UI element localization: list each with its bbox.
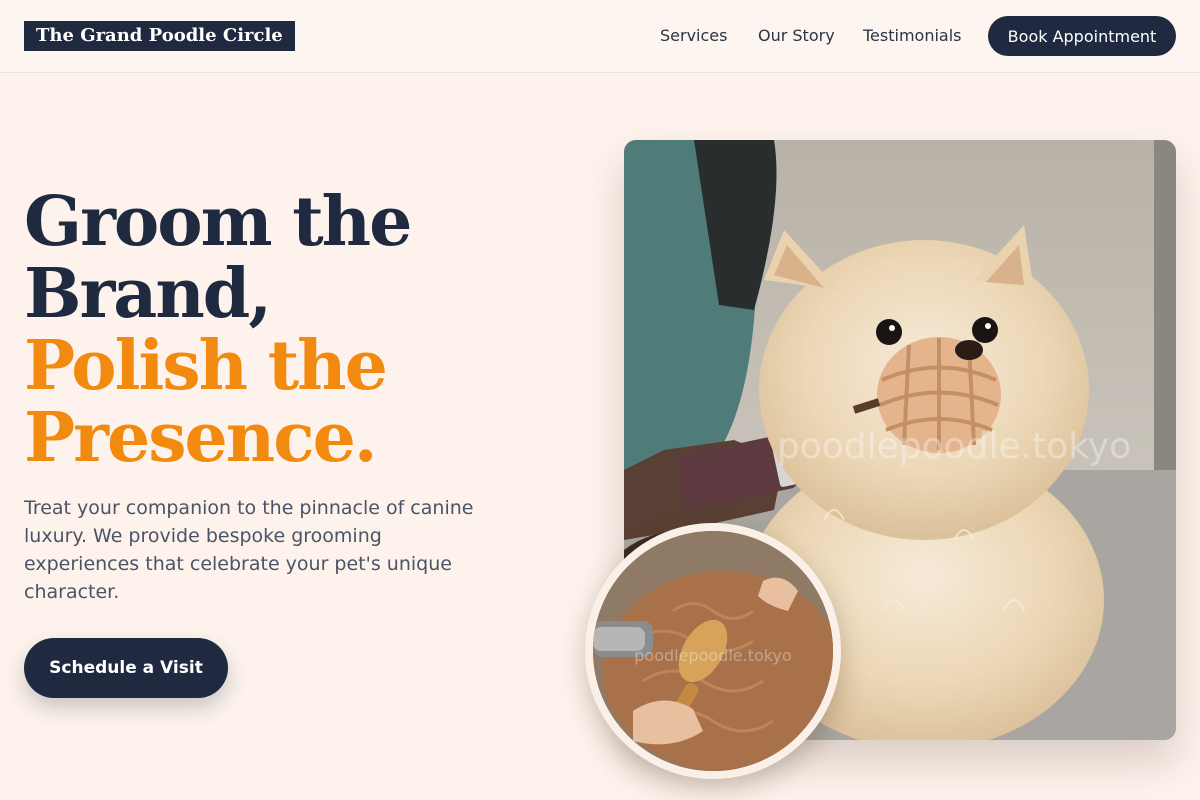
hero-heading-line-3: Polish the bbox=[24, 326, 388, 406]
site-header: The Grand Poodle Circle Services Our Sto… bbox=[0, 0, 1200, 73]
hero-subtitle: Treat your companion to the pinnacle of … bbox=[24, 497, 474, 603]
nav-link-testimonials[interactable]: Testimonials bbox=[863, 26, 962, 46]
brand-logo[interactable]: The Grand Poodle Circle bbox=[24, 21, 295, 51]
hero-heading-line-4: Presence. bbox=[24, 398, 378, 478]
nav-link-services[interactable]: Services bbox=[660, 26, 727, 46]
hero-heading-line-2: Brand, bbox=[24, 254, 272, 334]
hero-heading: Groom the Brand, Polish the Presence. bbox=[24, 186, 584, 474]
hero-heading-line-1: Groom the bbox=[24, 182, 412, 262]
book-appointment-button[interactable]: Book Appointment bbox=[988, 16, 1176, 56]
nav-link-our-story[interactable]: Our Story bbox=[758, 26, 835, 46]
inset-photo-watermark: poodlepoodle.tokyo bbox=[634, 646, 791, 665]
main-photo-watermark: poodlepoodle.tokyo bbox=[777, 426, 1131, 467]
schedule-visit-button[interactable]: Schedule a Visit bbox=[24, 638, 228, 698]
grooming-brush-photo: poodlepoodle.tokyo bbox=[585, 523, 841, 779]
